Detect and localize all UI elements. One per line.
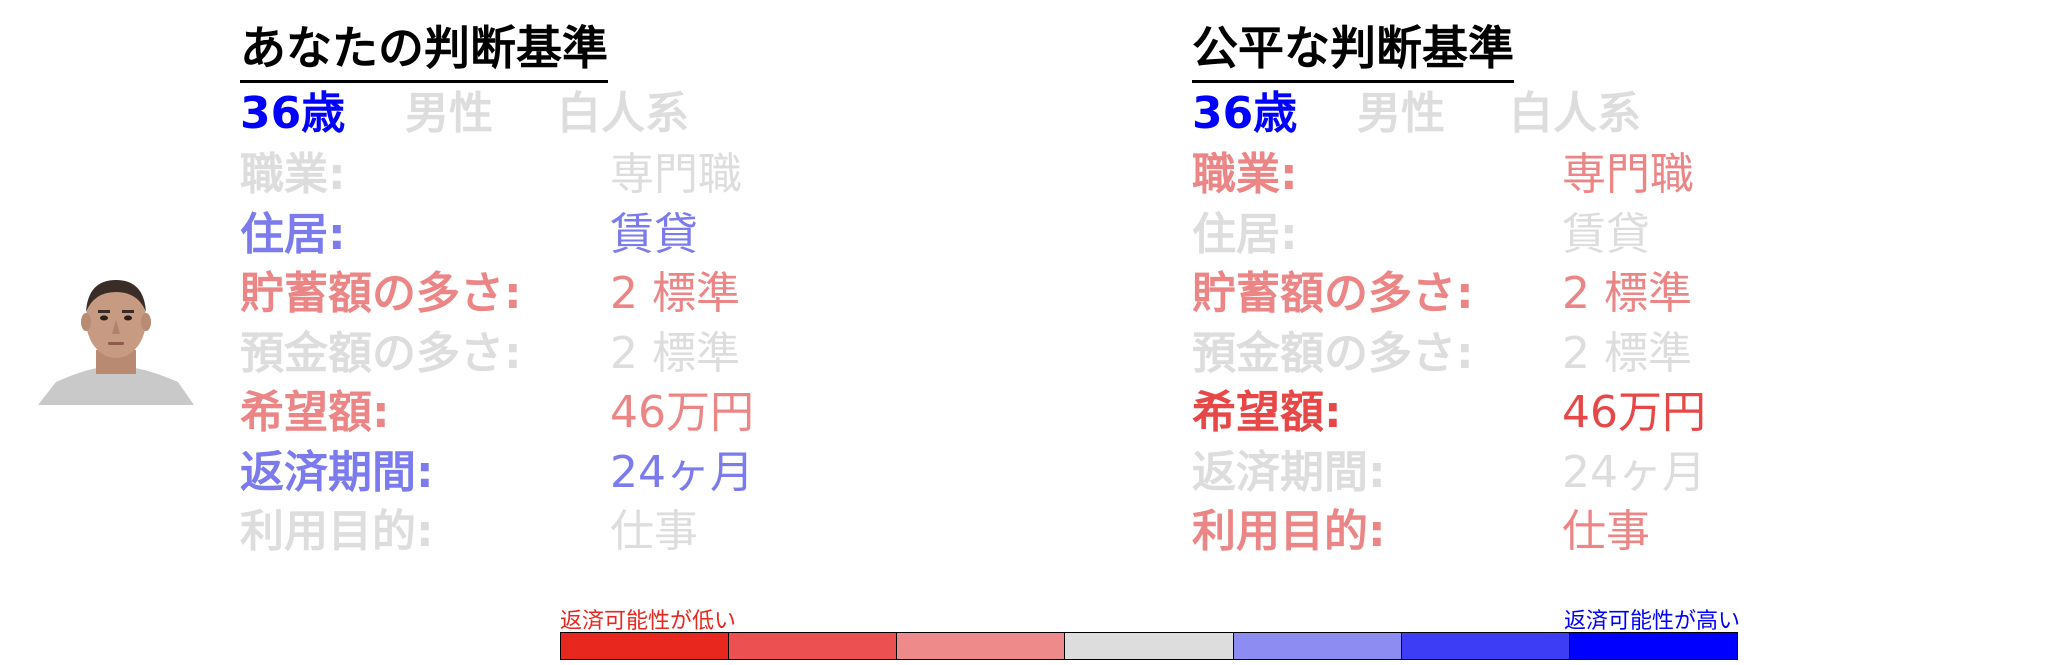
color-scale-segment-2 (729, 633, 898, 659)
demographics-row: 36歳 男性 白人系 (1192, 83, 1706, 145)
row-label: 返済期間: (1192, 446, 1386, 498)
left-eye (100, 315, 108, 321)
repayment-color-scale (560, 632, 1738, 660)
sex-label: 男性 (1357, 88, 1445, 139)
row-savings: 貯蓄額の多さ: 2 標準 (1192, 264, 1706, 324)
row-label: 預金額の多さ: (1192, 327, 1474, 379)
sex-label: 男性 (405, 88, 493, 139)
row-label: 住居: (240, 208, 346, 260)
row-label: 貯蓄額の多さ: (1192, 268, 1474, 319)
row-amount: 希望額: 46万円 (240, 383, 754, 443)
row-value: 46万円 (610, 387, 754, 438)
row-amount: 希望額: 46万円 (1192, 383, 1706, 443)
row-label: 希望額: (1192, 387, 1342, 438)
row-occupation: 職業: 専門職 (1192, 145, 1706, 205)
row-occupation: 職業: 専門職 (240, 145, 754, 205)
color-scale-segment-3 (897, 633, 1066, 659)
row-value: 2 標準 (1562, 268, 1692, 319)
row-value: 46万円 (1562, 387, 1706, 438)
row-value: 2 標準 (1562, 327, 1692, 379)
right-eyebrow (122, 310, 134, 313)
row-value: 2 標準 (610, 327, 740, 379)
panel-your-criteria: あなたの判断基準 36歳 男性 白人系 職業: 専門職 住居: 賃貸 貯蓄額の多さ: 2 … (240, 18, 754, 562)
row-value: 専門職 (1562, 149, 1694, 200)
row-label: 返済期間: (240, 446, 434, 498)
row-label: 住居: (1192, 208, 1298, 260)
row-deposit: 預金額の多さ: 2 標準 (1192, 324, 1706, 384)
panel-fair-criteria: 公平な判断基準 36歳 男性 白人系 職業: 専門職 住居: 賃貸 貯蓄額の多さ: 2 標… (1192, 18, 1706, 562)
row-value: 2 標準 (610, 268, 740, 319)
row-housing: 住居: 賃貸 (1192, 205, 1706, 265)
color-scale-segment-7 (1569, 633, 1737, 659)
color-scale-segment-5 (1233, 633, 1402, 659)
row-label: 貯蓄額の多さ: (240, 268, 522, 319)
mouth-shape (108, 342, 124, 345)
right-ear (141, 313, 151, 331)
row-value: 仕事 (1562, 506, 1650, 557)
row-deposit: 預金額の多さ: 2 標準 (240, 324, 754, 384)
color-scale-segment-4 (1065, 633, 1234, 659)
row-purpose: 利用目的: 仕事 (1192, 502, 1706, 562)
left-eyebrow (98, 310, 110, 313)
demographics-row: 36歳 男性 白人系 (240, 83, 754, 145)
legend-high-label: 返済可能性が高い (1563, 609, 1740, 634)
color-scale-segment-6 (1401, 633, 1570, 659)
ethnicity-label: 白人系 (1509, 88, 1641, 139)
row-term: 返済期間: 24ヶ月 (1192, 443, 1706, 503)
row-label: 希望額: (240, 387, 390, 438)
row-label: 職業: (1192, 149, 1298, 200)
applicant-portrait (38, 280, 194, 405)
left-ear (81, 313, 91, 331)
row-term: 返済期間: 24ヶ月 (240, 443, 754, 503)
right-eye (124, 315, 132, 321)
row-housing: 住居: 賃貸 (240, 205, 754, 265)
panel-title: 公平な判断基準 (1192, 18, 1514, 83)
panel-title: あなたの判断基準 (240, 18, 608, 83)
ethnicity-label: 白人系 (557, 88, 689, 139)
row-value: 専門職 (610, 149, 742, 200)
row-value: 賃貸 (610, 208, 698, 260)
legend-low-label: 返済可能性が低い (560, 609, 737, 634)
row-label: 職業: (240, 149, 346, 200)
age-label: 36歳 (240, 88, 346, 139)
row-value: 仕事 (610, 506, 698, 557)
color-scale-segment-1 (561, 633, 730, 659)
row-label: 利用目的: (1192, 506, 1386, 557)
row-label: 利用目的: (240, 506, 434, 557)
row-purpose: 利用目的: 仕事 (240, 502, 754, 562)
age-label: 36歳 (1192, 88, 1298, 139)
row-value: 24ヶ月 (1562, 446, 1706, 498)
row-value: 賃貸 (1562, 208, 1650, 260)
row-savings: 貯蓄額の多さ: 2 標準 (240, 264, 754, 324)
row-value: 24ヶ月 (610, 446, 754, 498)
row-label: 預金額の多さ: (240, 327, 522, 379)
